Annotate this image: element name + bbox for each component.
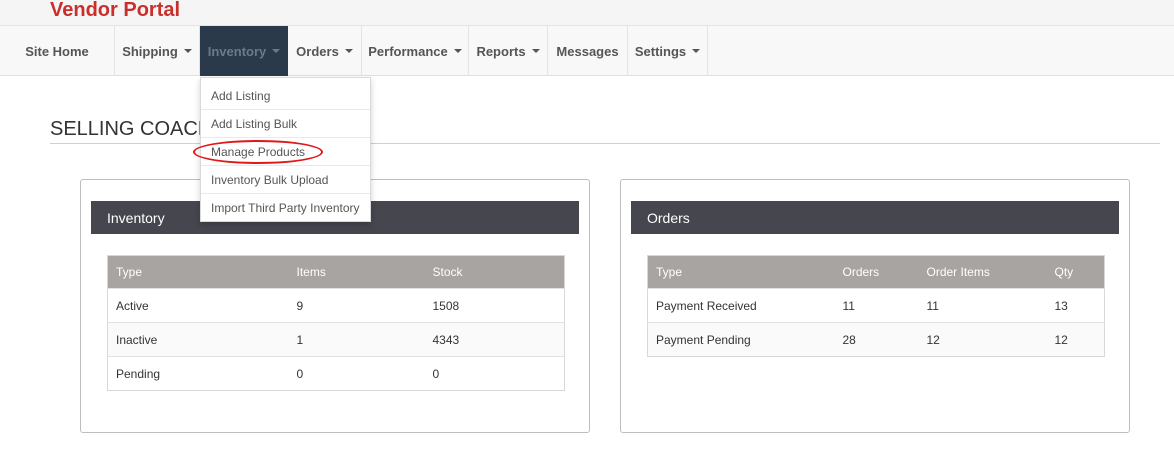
inventory-table: Type Items Stock Active 9 1508 Inactive … xyxy=(107,255,565,391)
inventory-dropdown-menu: Add Listing Add Listing Bulk Manage Prod… xyxy=(193,77,371,222)
table-cell: 28 xyxy=(834,322,919,357)
main-navbar: Site Home Shipping Inventory Orders Perf… xyxy=(0,25,1174,76)
column-header: Type xyxy=(107,255,289,289)
table-cell: Payment Received xyxy=(647,288,835,323)
chevron-down-icon xyxy=(692,49,701,53)
menu-item-manage-products[interactable]: Manage Products xyxy=(193,138,370,166)
table-cell: 0 xyxy=(424,356,565,391)
table-cell: 11 xyxy=(918,288,1047,323)
table-row: Payment Pending 28 12 12 xyxy=(647,322,1105,357)
menu-item-add-listing-bulk[interactable]: Add Listing Bulk xyxy=(201,110,370,138)
column-header: Qty xyxy=(1046,255,1105,289)
highlight-ring xyxy=(193,140,323,164)
nav-site-home-label: Site Home xyxy=(25,43,89,59)
menu-item-label: Add Listing xyxy=(211,88,271,103)
column-header: Type xyxy=(647,255,835,289)
nav-reports[interactable]: Reports xyxy=(469,26,548,76)
nav-shipping-label: Shipping xyxy=(122,43,178,59)
table-cell: 13 xyxy=(1046,288,1105,323)
nav-settings[interactable]: Settings xyxy=(628,26,708,76)
table-row: Pending 0 0 xyxy=(107,356,565,391)
nav-inventory[interactable]: Inventory xyxy=(200,26,288,76)
menu-item-inventory-bulk-upload[interactable]: Inventory Bulk Upload xyxy=(201,166,370,194)
table-cell: Inactive xyxy=(107,322,289,357)
nav-messages-label: Messages xyxy=(556,43,619,59)
column-header: Order Items xyxy=(918,255,1047,289)
table-cell: 12 xyxy=(918,322,1047,357)
page-title: SELLING COACH xyxy=(50,118,213,140)
brand-bar: Vendor Portal xyxy=(0,0,1174,25)
nav-performance-label: Performance xyxy=(368,43,448,59)
menu-item-label: Add Listing Bulk xyxy=(211,116,298,131)
table-cell: 0 xyxy=(288,356,425,391)
chevron-down-icon xyxy=(531,49,540,53)
table-header-row: Type Orders Order Items Qty xyxy=(647,255,1105,289)
table-cell: 4343 xyxy=(424,322,565,357)
table-header-row: Type Items Stock xyxy=(107,255,565,289)
nav-inventory-label: Inventory xyxy=(207,43,267,59)
chevron-down-icon xyxy=(344,49,353,53)
column-header: Orders xyxy=(834,255,919,289)
table-cell: 12 xyxy=(1046,322,1105,357)
orders-card-header: Orders xyxy=(631,201,1119,234)
orders-card: Orders Type Orders Order Items Qty Payme… xyxy=(620,179,1130,433)
nav-orders-label: Orders xyxy=(296,43,339,59)
chevron-down-icon xyxy=(453,49,462,53)
chevron-down-icon xyxy=(183,49,192,53)
menu-item-add-listing[interactable]: Add Listing xyxy=(201,82,370,110)
menu-item-label: Import Third Party Inventory xyxy=(211,201,360,215)
nav-settings-label: Settings xyxy=(634,43,687,59)
table-cell: 1508 xyxy=(424,288,565,323)
nav-site-home[interactable]: Site Home xyxy=(0,26,115,76)
table-cell: 1 xyxy=(288,322,425,357)
table-cell: Pending xyxy=(107,356,289,391)
table-cell: Active xyxy=(107,288,289,323)
nav-shipping[interactable]: Shipping xyxy=(115,26,200,76)
table-cell: 11 xyxy=(834,288,919,323)
nav-orders[interactable]: Orders xyxy=(288,26,362,76)
table-cell: 9 xyxy=(288,288,425,323)
column-header: Stock xyxy=(424,255,565,289)
column-header: Items xyxy=(288,255,425,289)
nav-reports-label: Reports xyxy=(476,43,526,59)
table-cell: Payment Pending xyxy=(647,322,835,357)
chevron-down-icon xyxy=(272,49,281,53)
table-row: Inactive 1 4343 xyxy=(107,322,565,357)
table-row: Payment Received 11 11 13 xyxy=(647,288,1105,323)
table-row: Active 9 1508 xyxy=(107,288,565,323)
menu-item-import-third-party-inventory[interactable]: Import Third Party Inventory xyxy=(201,194,370,222)
brand-title[interactable]: Vendor Portal xyxy=(50,0,180,22)
nav-messages[interactable]: Messages xyxy=(548,26,628,76)
menu-item-label: Inventory Bulk Upload xyxy=(211,172,329,187)
nav-performance[interactable]: Performance xyxy=(362,26,469,76)
orders-table: Type Orders Order Items Qty Payment Rece… xyxy=(647,255,1105,357)
